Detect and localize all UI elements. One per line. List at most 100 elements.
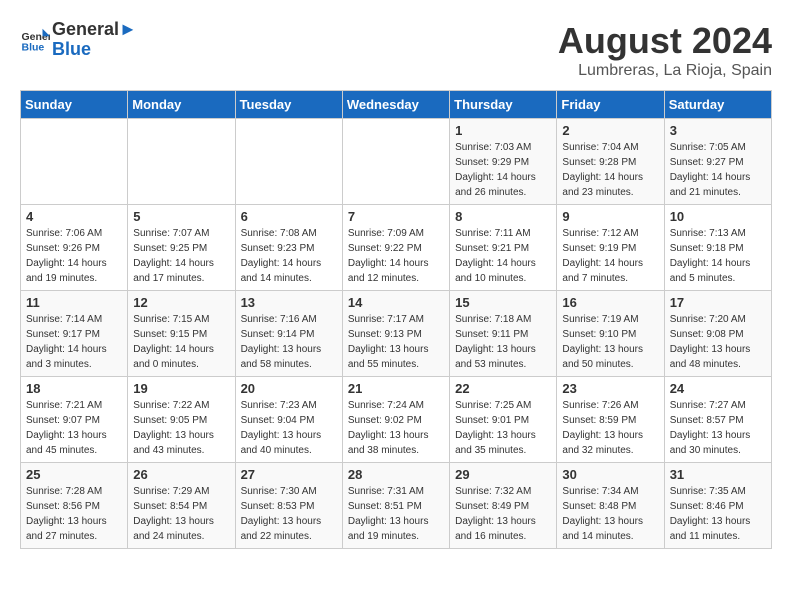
week-row-5: 25Sunrise: 7:28 AM Sunset: 8:56 PM Dayli… bbox=[21, 463, 772, 549]
calendar-cell: 1 Sunrise: 7:03 AM Sunset: 9:29 PM Daylig… bbox=[450, 119, 557, 205]
day-number: 31 bbox=[670, 467, 766, 482]
day-info: Sunrise: 7:06 AM Sunset: 9:26 PM Dayligh… bbox=[26, 226, 122, 286]
weekday-header-monday: Monday bbox=[128, 91, 235, 119]
day-number: 24 bbox=[670, 381, 766, 396]
calendar-cell: 30 Sunrise: 7:34 AM Sunset: 8:48 PM Dayli… bbox=[557, 463, 664, 549]
week-row-4: 18 Sunrise: 7:21 AM Sunset: 9:07 PM Dayli… bbox=[21, 377, 772, 463]
calendar-cell bbox=[235, 119, 342, 205]
day-number: 29 bbox=[455, 467, 551, 482]
weekday-header-sunday: Sunday bbox=[21, 91, 128, 119]
day-number: 5 bbox=[133, 209, 229, 224]
calendar-cell bbox=[342, 119, 449, 205]
logo: General Blue General► Blue bbox=[20, 20, 137, 60]
week-row-1: 1 Sunrise: 7:03 AM Sunset: 9:29 PM Daylig… bbox=[21, 119, 772, 205]
day-info: Sunrise: 7:19 AM Sunset: 9:10 PM Dayligh… bbox=[562, 312, 658, 372]
day-number: 2 bbox=[562, 123, 658, 138]
weekday-header-friday: Friday bbox=[557, 91, 664, 119]
day-number: 12 bbox=[133, 295, 229, 310]
day-number: 30 bbox=[562, 467, 658, 482]
calendar-cell: 17 Sunrise: 7:20 AM Sunset: 9:08 PM Dayli… bbox=[664, 291, 771, 377]
calendar-cell: 20Sunrise: 7:23 AM Sunset: 9:04 PM Dayli… bbox=[235, 377, 342, 463]
day-info: Sunrise: 7:16 AM Sunset: 9:14 PM Dayligh… bbox=[241, 312, 337, 372]
day-info: Sunrise: 7:14 AM Sunset: 9:17 PM Dayligh… bbox=[26, 312, 122, 372]
day-number: 22 bbox=[455, 381, 551, 396]
calendar-cell: 28Sunrise: 7:31 AM Sunset: 8:51 PM Dayli… bbox=[342, 463, 449, 549]
calendar-cell: 27 Sunrise: 7:30 AM Sunset: 8:53 PM Dayli… bbox=[235, 463, 342, 549]
day-number: 8 bbox=[455, 209, 551, 224]
day-number: 23 bbox=[562, 381, 658, 396]
day-info: Sunrise: 7:15 AM Sunset: 9:15 PM Dayligh… bbox=[133, 312, 229, 372]
calendar-cell: 5 Sunrise: 7:07 AM Sunset: 9:25 PM Daylig… bbox=[128, 205, 235, 291]
day-number: 17 bbox=[670, 295, 766, 310]
calendar-cell bbox=[128, 119, 235, 205]
calendar-cell: 13 Sunrise: 7:16 AM Sunset: 9:14 PM Dayli… bbox=[235, 291, 342, 377]
calendar-cell: 23 Sunrise: 7:26 AM Sunset: 8:59 PM Dayli… bbox=[557, 377, 664, 463]
day-number: 21 bbox=[348, 381, 444, 396]
calendar-cell: 24 Sunrise: 7:27 AM Sunset: 8:57 PM Dayli… bbox=[664, 377, 771, 463]
day-info: Sunrise: 7:35 AM Sunset: 8:46 PM Dayligh… bbox=[670, 484, 766, 544]
day-info: Sunrise: 7:13 AM Sunset: 9:18 PM Dayligh… bbox=[670, 226, 766, 286]
day-info: Sunrise: 7:30 AM Sunset: 8:53 PM Dayligh… bbox=[241, 484, 337, 544]
day-number: 14 bbox=[348, 295, 444, 310]
day-number: 10 bbox=[670, 209, 766, 224]
location-subtitle: Lumbreras, La Rioja, Spain bbox=[558, 62, 772, 80]
day-info: Sunrise: 7:27 AM Sunset: 8:57 PM Dayligh… bbox=[670, 398, 766, 458]
calendar-cell: 8Sunrise: 7:11 AM Sunset: 9:21 PM Daylig… bbox=[450, 205, 557, 291]
day-info: Sunrise: 7:31 AM Sunset: 8:51 PM Dayligh… bbox=[348, 484, 444, 544]
day-number: 26 bbox=[133, 467, 229, 482]
calendar-cell: 25Sunrise: 7:28 AM Sunset: 8:56 PM Dayli… bbox=[21, 463, 128, 549]
calendar-cell: 6Sunrise: 7:08 AM Sunset: 9:23 PM Daylig… bbox=[235, 205, 342, 291]
day-number: 1 bbox=[455, 123, 551, 138]
calendar-cell: 19Sunrise: 7:22 AM Sunset: 9:05 PM Dayli… bbox=[128, 377, 235, 463]
day-info: Sunrise: 7:03 AM Sunset: 9:29 PM Dayligh… bbox=[455, 140, 551, 200]
day-number: 25 bbox=[26, 467, 122, 482]
weekday-header-thursday: Thursday bbox=[450, 91, 557, 119]
day-info: Sunrise: 7:04 AM Sunset: 9:28 PM Dayligh… bbox=[562, 140, 658, 200]
logo-icon: General Blue bbox=[20, 25, 50, 55]
calendar-cell: 2 Sunrise: 7:04 AM Sunset: 9:28 PM Daylig… bbox=[557, 119, 664, 205]
day-number: 20 bbox=[241, 381, 337, 396]
calendar-cell bbox=[21, 119, 128, 205]
day-info: Sunrise: 7:21 AM Sunset: 9:07 PM Dayligh… bbox=[26, 398, 122, 458]
calendar-cell: 9Sunrise: 7:12 AM Sunset: 9:19 PM Daylig… bbox=[557, 205, 664, 291]
page-header: General Blue General► Blue August 2024 L… bbox=[20, 20, 772, 80]
weekday-header-row: SundayMondayTuesdayWednesdayThursdayFrid… bbox=[21, 91, 772, 119]
calendar-cell: 4Sunrise: 7:06 AM Sunset: 9:26 PM Daylig… bbox=[21, 205, 128, 291]
day-info: Sunrise: 7:09 AM Sunset: 9:22 PM Dayligh… bbox=[348, 226, 444, 286]
weekday-header-tuesday: Tuesday bbox=[235, 91, 342, 119]
calendar-cell: 11 Sunrise: 7:14 AM Sunset: 9:17 PM Dayli… bbox=[21, 291, 128, 377]
calendar-cell: 3Sunrise: 7:05 AM Sunset: 9:27 PM Daylig… bbox=[664, 119, 771, 205]
calendar-cell: 18 Sunrise: 7:21 AM Sunset: 9:07 PM Dayli… bbox=[21, 377, 128, 463]
calendar-cell: 29 Sunrise: 7:32 AM Sunset: 8:49 PM Dayli… bbox=[450, 463, 557, 549]
day-info: Sunrise: 7:18 AM Sunset: 9:11 PM Dayligh… bbox=[455, 312, 551, 372]
calendar-cell: 21Sunrise: 7:24 AM Sunset: 9:02 PM Dayli… bbox=[342, 377, 449, 463]
calendar-cell: 12 Sunrise: 7:15 AM Sunset: 9:15 PM Dayli… bbox=[128, 291, 235, 377]
calendar-table: SundayMondayTuesdayWednesdayThursdayFrid… bbox=[20, 90, 772, 549]
day-info: Sunrise: 7:07 AM Sunset: 9:25 PM Dayligh… bbox=[133, 226, 229, 286]
logo-blue: Blue bbox=[52, 40, 137, 60]
day-info: Sunrise: 7:05 AM Sunset: 9:27 PM Dayligh… bbox=[670, 140, 766, 200]
day-info: Sunrise: 7:32 AM Sunset: 8:49 PM Dayligh… bbox=[455, 484, 551, 544]
day-info: Sunrise: 7:17 AM Sunset: 9:13 PM Dayligh… bbox=[348, 312, 444, 372]
calendar-cell: 26 Sunrise: 7:29 AM Sunset: 8:54 PM Dayli… bbox=[128, 463, 235, 549]
day-number: 19 bbox=[133, 381, 229, 396]
day-number: 18 bbox=[26, 381, 122, 396]
day-info: Sunrise: 7:08 AM Sunset: 9:23 PM Dayligh… bbox=[241, 226, 337, 286]
title-block: August 2024 Lumbreras, La Rioja, Spain bbox=[558, 20, 772, 80]
day-info: Sunrise: 7:26 AM Sunset: 8:59 PM Dayligh… bbox=[562, 398, 658, 458]
week-row-3: 11 Sunrise: 7:14 AM Sunset: 9:17 PM Dayli… bbox=[21, 291, 772, 377]
day-number: 13 bbox=[241, 295, 337, 310]
calendar-cell: 16Sunrise: 7:19 AM Sunset: 9:10 PM Dayli… bbox=[557, 291, 664, 377]
day-info: Sunrise: 7:20 AM Sunset: 9:08 PM Dayligh… bbox=[670, 312, 766, 372]
day-info: Sunrise: 7:34 AM Sunset: 8:48 PM Dayligh… bbox=[562, 484, 658, 544]
svg-text:Blue: Blue bbox=[22, 41, 45, 53]
calendar-cell: 22Sunrise: 7:25 AM Sunset: 9:01 PM Dayli… bbox=[450, 377, 557, 463]
day-number: 11 bbox=[26, 295, 122, 310]
day-info: Sunrise: 7:29 AM Sunset: 8:54 PM Dayligh… bbox=[133, 484, 229, 544]
day-number: 15 bbox=[455, 295, 551, 310]
day-number: 27 bbox=[241, 467, 337, 482]
weekday-header-saturday: Saturday bbox=[664, 91, 771, 119]
day-info: Sunrise: 7:12 AM Sunset: 9:19 PM Dayligh… bbox=[562, 226, 658, 286]
calendar-cell: 31 Sunrise: 7:35 AM Sunset: 8:46 PM Dayli… bbox=[664, 463, 771, 549]
calendar-cell: 10 Sunrise: 7:13 AM Sunset: 9:18 PM Dayli… bbox=[664, 205, 771, 291]
